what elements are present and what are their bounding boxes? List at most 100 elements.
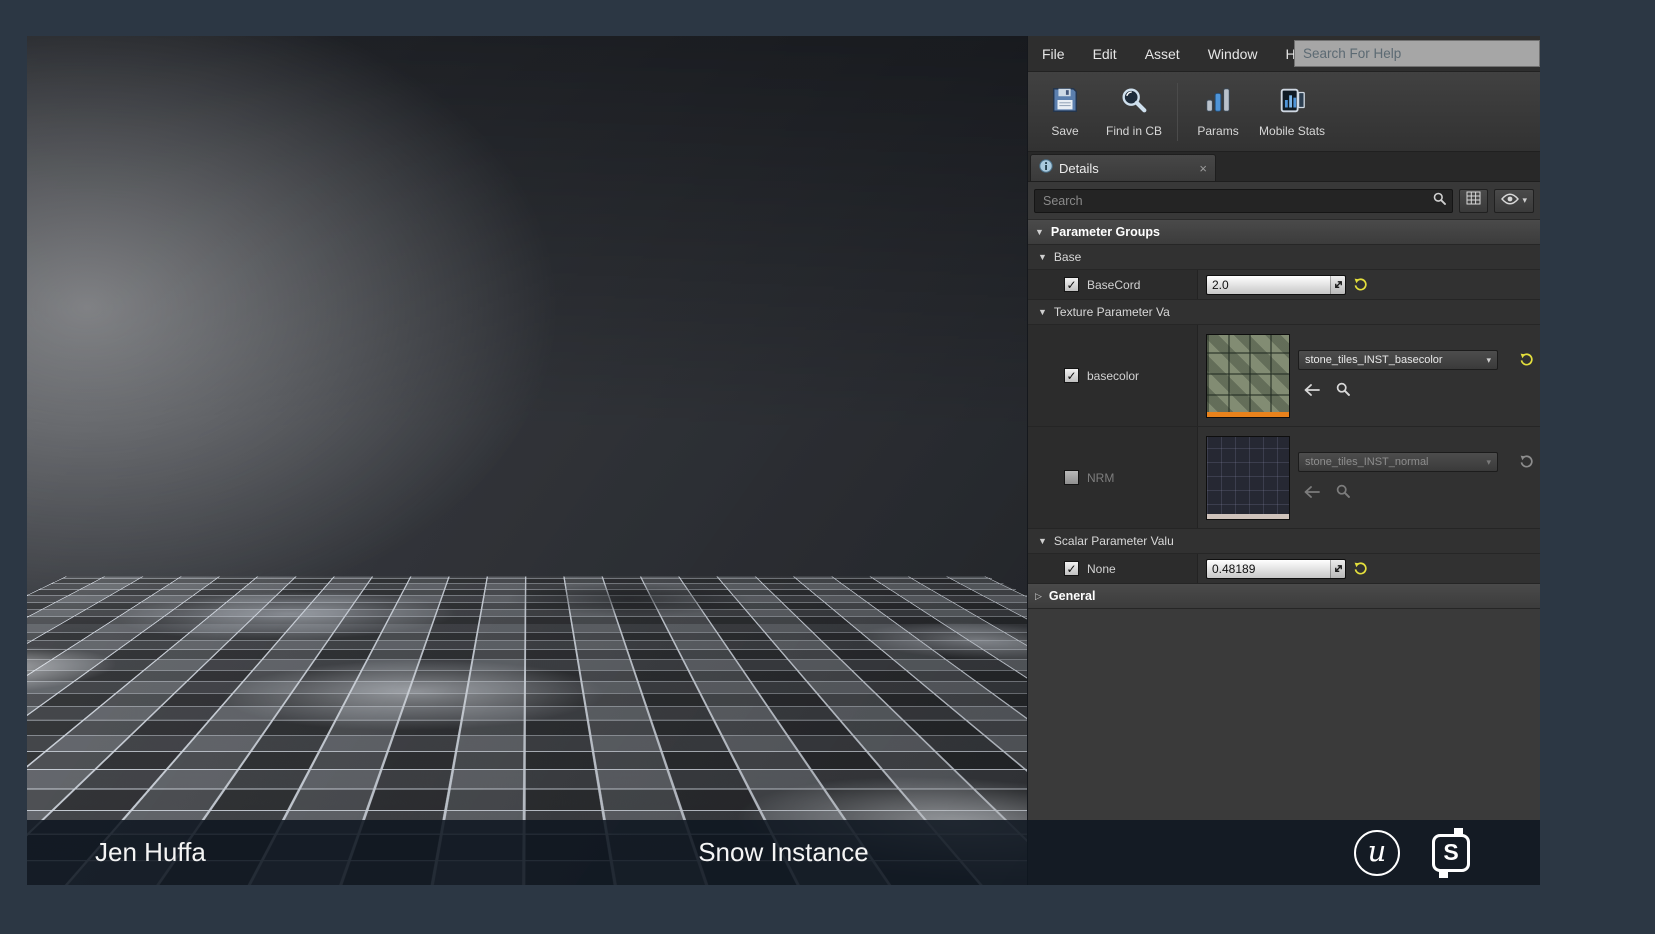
search-input[interactable] [1041, 192, 1430, 209]
reset-to-default-icon[interactable] [1520, 353, 1533, 371]
reset-to-default-icon[interactable] [1354, 562, 1367, 575]
grid-icon [1466, 191, 1481, 210]
tab-close-icon[interactable]: × [1199, 162, 1207, 175]
category-scalar-parameter-values[interactable]: ▼ Scalar Parameter Valu [1028, 529, 1540, 554]
nrm-checkbox[interactable] [1064, 470, 1079, 485]
basecolor-asset-combo[interactable]: stone_tiles_INST_basecolor ▾ [1298, 350, 1498, 370]
reset-to-default-icon[interactable] [1354, 278, 1367, 291]
caption-bar: Jen Huffa Snow Instance u S [27, 820, 1540, 885]
tab-details[interactable]: Details × [1030, 154, 1216, 181]
basecolor-texture-thumbnail[interactable] [1206, 333, 1290, 418]
menu-window[interactable]: Window [1194, 36, 1272, 71]
none-label: None [1087, 561, 1116, 576]
param-row-none: ✓ None [1028, 554, 1540, 584]
reset-to-default-icon[interactable] [1520, 455, 1533, 473]
menu-bar: File Edit Asset Window Help [1028, 36, 1540, 72]
basecolor-name-cell: ✓ basecolor [1028, 325, 1198, 426]
param-row-nrm: NRM stone_tiles_INST_normal ▾ [1028, 427, 1540, 529]
basecord-value-cell [1198, 270, 1540, 299]
chevron-down-icon: ▾ [1522, 195, 1527, 205]
parameter-groups-header[interactable]: ▼ Parameter Groups [1028, 220, 1540, 245]
expander-down-icon[interactable]: ▼ [1038, 252, 1047, 262]
save-button[interactable]: Save [1032, 80, 1098, 143]
details-panel: File Edit Asset Window Help Save Find in… [1027, 36, 1540, 885]
none-value-input[interactable] [1207, 559, 1330, 578]
basecolor-label: basecolor [1087, 368, 1140, 383]
menu-asset[interactable]: Asset [1131, 36, 1194, 71]
params-button[interactable]: Params [1185, 80, 1251, 143]
slider-drag-icon[interactable] [1330, 559, 1345, 578]
help-search-box [1294, 40, 1540, 67]
category-scalar-label: Scalar Parameter Valu [1053, 534, 1174, 548]
expander-down-icon[interactable]: ▼ [1035, 227, 1044, 237]
basecord-name-cell: ✓ BaseCord [1028, 270, 1198, 299]
tab-bar: Details × [1028, 152, 1540, 182]
find-in-cb-button[interactable]: Find in CB [1098, 80, 1170, 143]
info-icon [1039, 158, 1053, 178]
instance-title: Snow Instance [698, 837, 869, 867]
nrm-asset-controls: stone_tiles_INST_normal ▾ [1298, 452, 1532, 503]
basecord-checkbox[interactable]: ✓ [1064, 277, 1079, 292]
category-base[interactable]: ▼ Base [1028, 245, 1540, 270]
general-header[interactable]: ▷ General [1028, 584, 1540, 609]
param-row-basecolor: ✓ basecolor stone_tiles_INST_basecolor ▾ [1028, 325, 1540, 427]
basecolor-asset-controls: stone_tiles_INST_basecolor ▾ [1298, 350, 1532, 401]
app-window: File Edit Asset Window Help Save Find in… [27, 36, 1540, 885]
toolbar: Save Find in CB Params Mobile Stats [1028, 72, 1540, 152]
expander-down-icon[interactable]: ▼ [1038, 536, 1047, 546]
search-icon [1433, 192, 1447, 210]
find-in-cb-label: Find in CB [1106, 124, 1163, 138]
browse-to-asset-icon[interactable] [1336, 382, 1350, 401]
category-texture-parameter-values[interactable]: ▼ Texture Parameter Va [1028, 300, 1540, 325]
substance-logo: S [1432, 827, 1470, 878]
menu-file[interactable]: File [1028, 36, 1079, 71]
category-texture-label: Texture Parameter Va [1053, 305, 1170, 319]
unreal-logo-letter: u [1367, 833, 1387, 868]
property-matrix-button[interactable] [1459, 188, 1489, 213]
nrm-value-cell: stone_tiles_INST_normal ▾ [1198, 427, 1540, 528]
nrm-texture-thumbnail[interactable] [1206, 435, 1290, 520]
mobile-stats-icon [1277, 85, 1307, 120]
toolbar-separator [1177, 82, 1179, 141]
thumbnail-status-bar [1207, 411, 1289, 417]
basecord-numeric-field [1206, 274, 1346, 295]
tab-details-label: Details [1059, 160, 1099, 176]
eye-icon [1501, 192, 1520, 210]
general-title: General [1048, 589, 1096, 603]
substance-logo-letter: S [1443, 839, 1459, 865]
search-box [1034, 188, 1454, 213]
filter-row: ▾ [1028, 182, 1540, 220]
expander-down-icon[interactable]: ▼ [1038, 307, 1047, 317]
chevron-down-icon: ▾ [1486, 456, 1491, 467]
help-search-input[interactable] [1295, 41, 1539, 66]
none-value-cell [1198, 554, 1540, 583]
basecolor-checkbox[interactable]: ✓ [1064, 368, 1079, 383]
param-row-basecord: ✓ BaseCord [1028, 270, 1540, 300]
check-icon: ✓ [1066, 561, 1077, 576]
none-name-cell: ✓ None [1028, 554, 1198, 583]
save-icon [1050, 85, 1080, 120]
author-name: Jen Huffa [95, 837, 206, 867]
browse-to-asset-icon[interactable] [1336, 484, 1350, 503]
chevron-down-icon: ▾ [1486, 354, 1491, 365]
params-icon [1203, 85, 1233, 120]
unreal-engine-logo: u [1354, 829, 1400, 876]
basecolor-asset-buttons [1298, 382, 1514, 401]
category-base-label: Base [1053, 250, 1082, 264]
use-selected-arrow-icon[interactable] [1304, 485, 1320, 503]
material-preview-viewport[interactable] [27, 36, 1027, 885]
use-selected-arrow-icon[interactable] [1304, 383, 1320, 401]
slider-drag-icon[interactable] [1330, 275, 1345, 294]
menu-edit[interactable]: Edit [1079, 36, 1131, 71]
nrm-asset-buttons [1298, 484, 1514, 503]
nrm-asset-combo[interactable]: stone_tiles_INST_normal ▾ [1298, 452, 1498, 472]
expander-right-icon[interactable]: ▷ [1035, 591, 1042, 601]
nrm-asset-name: stone_tiles_INST_normal [1305, 456, 1429, 468]
view-options-button[interactable]: ▾ [1494, 188, 1534, 213]
params-label: Params [1197, 124, 1239, 138]
find-in-cb-icon [1119, 85, 1149, 120]
basecord-value-input[interactable] [1207, 275, 1330, 294]
mobile-stats-button[interactable]: Mobile Stats [1251, 80, 1333, 143]
basecord-label: BaseCord [1087, 277, 1141, 292]
none-checkbox[interactable]: ✓ [1064, 561, 1079, 576]
